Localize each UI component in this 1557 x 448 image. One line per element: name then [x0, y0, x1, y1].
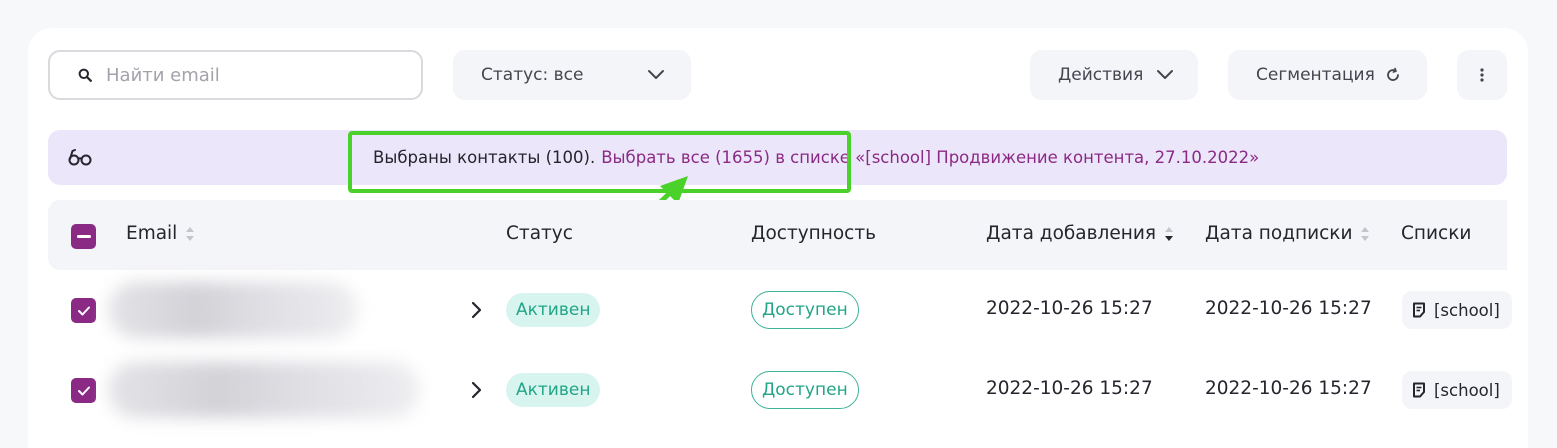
column-email-label: Email: [126, 223, 178, 244]
row-checkbox[interactable]: [71, 378, 96, 403]
refresh-icon: [1387, 67, 1399, 81]
column-lists: Списки: [1401, 223, 1471, 244]
segmentation-button[interactable]: Сегментация: [1228, 50, 1427, 100]
row-checkbox[interactable]: [71, 298, 96, 323]
column-status-label: Статус: [506, 223, 573, 244]
search-icon: [78, 68, 92, 82]
chevron-right-icon[interactable]: [470, 300, 482, 320]
column-availability: Доступность: [751, 223, 876, 244]
availability-badge: Доступен: [751, 371, 859, 409]
more-vertical-icon: [1480, 68, 1484, 82]
search-box[interactable]: [48, 50, 423, 100]
actions-dropdown[interactable]: Действия: [1030, 50, 1198, 100]
segmentation-label: Сегментация: [1256, 65, 1375, 85]
list-tag-label: [school]: [1434, 300, 1500, 320]
column-subscription-date[interactable]: Дата подписки: [1205, 223, 1370, 244]
search-input[interactable]: [106, 64, 406, 86]
column-date-added[interactable]: Дата добавления: [986, 223, 1174, 244]
select-all-checkbox[interactable]: [71, 224, 96, 249]
table-row[interactable]: Активен Доступен 2022-10-26 15:27 2022-1…: [48, 270, 1512, 350]
status-filter-dropdown[interactable]: Статус: все: [453, 50, 691, 100]
column-date-added-label: Дата добавления: [986, 223, 1156, 244]
list-tag[interactable]: [school]: [1402, 371, 1512, 409]
subscription-date-cell: 2022-10-26 15:27: [1205, 298, 1372, 319]
table-row[interactable]: Активен Доступен 2022-10-26 15:27 2022-1…: [48, 350, 1512, 430]
chevron-down-icon: [1157, 70, 1173, 79]
status-badge: Активен: [506, 293, 601, 327]
column-subscription-date-label: Дата подписки: [1205, 223, 1353, 244]
sort-icon: [1361, 226, 1370, 241]
subscription-date-cell: 2022-10-26 15:27: [1205, 378, 1372, 399]
date-added-cell: 2022-10-26 15:27: [986, 298, 1153, 319]
status-filter-label: Статус: все: [481, 65, 584, 85]
actions-label: Действия: [1058, 65, 1144, 85]
minus-icon: [76, 234, 91, 238]
column-availability-label: Доступность: [751, 223, 877, 244]
column-email[interactable]: Email: [126, 223, 195, 244]
glasses-icon: [68, 149, 92, 166]
list-tag[interactable]: [school]: [1402, 291, 1512, 329]
chevron-down-icon: [648, 70, 664, 79]
more-options-button[interactable]: [1457, 50, 1507, 100]
chevron-right-icon[interactable]: [470, 380, 482, 400]
email-redacted: [108, 362, 420, 418]
sort-desc-icon: [1165, 226, 1173, 241]
checkmark-icon: [77, 306, 90, 315]
email-redacted: [108, 282, 358, 338]
table-header: Email Статус Доступность Дата добавления…: [48, 200, 1507, 270]
sort-icon: [186, 226, 195, 241]
list-tag-label: [school]: [1434, 380, 1500, 400]
document-icon: [1413, 382, 1425, 398]
availability-badge: Доступен: [751, 291, 859, 329]
status-badge: Активен: [506, 373, 601, 407]
column-lists-label: Списки: [1401, 223, 1472, 244]
column-status: Статус: [506, 223, 573, 244]
date-added-cell: 2022-10-26 15:27: [986, 378, 1153, 399]
document-icon: [1413, 302, 1425, 318]
checkmark-icon: [77, 386, 90, 395]
